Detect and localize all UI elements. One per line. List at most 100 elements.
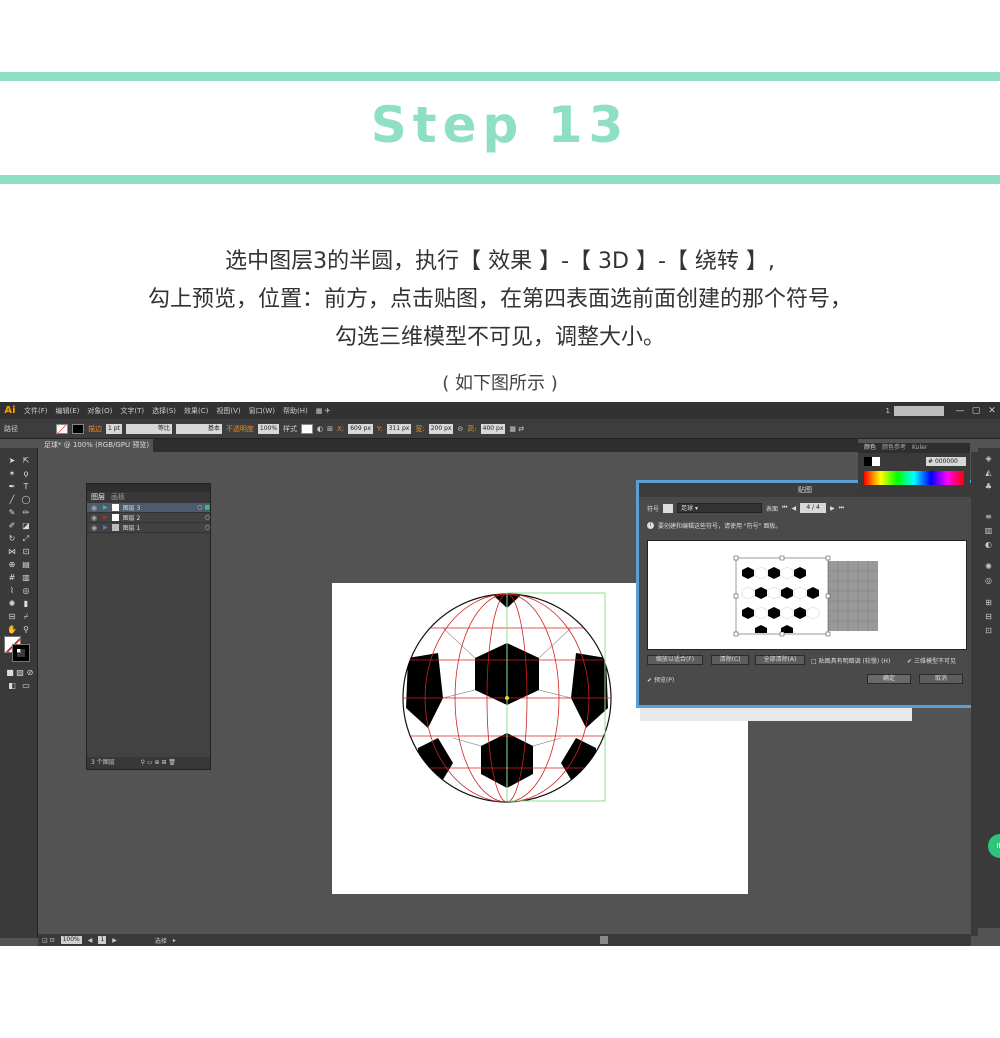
tab-color[interactable]: 颜色 <box>864 443 876 453</box>
last-surface-button[interactable]: ⏭ <box>839 504 844 512</box>
football-artwork[interactable] <box>398 588 618 808</box>
menu-help[interactable]: 帮助(H) <box>279 406 312 416</box>
eyedropper-tool-icon[interactable]: ⌇ <box>6 586 18 596</box>
layer-row[interactable]: ◉ ▶ 图层 1 ○ <box>87 523 210 533</box>
tab-artboards[interactable]: 画板 <box>111 492 125 503</box>
height-field[interactable]: 400 px <box>480 423 506 434</box>
x-field[interactable]: 609 px <box>348 423 373 434</box>
prev-artboard-button[interactable]: ◀ <box>88 937 93 944</box>
preview-checkbox[interactable]: ✔ 预览(P) <box>647 675 674 684</box>
expand-triangle-icon[interactable]: ▶ <box>103 524 108 531</box>
gradient-panel-icon[interactable]: ▥ <box>983 526 994 535</box>
direct-selection-tool-icon[interactable]: ⇱ <box>20 456 32 466</box>
next-artboard-button[interactable]: ▶ <box>112 937 117 944</box>
visibility-eye-icon[interactable]: ◉ <box>91 514 99 522</box>
zoom-field[interactable]: 100% <box>60 936 82 944</box>
search-input[interactable] <box>894 405 944 416</box>
maximize-button[interactable]: ▢ <box>968 405 984 417</box>
rotate-tool-icon[interactable]: ↻ <box>6 534 18 544</box>
menu-object[interactable]: 对象(O) <box>83 406 116 416</box>
clear-button[interactable]: 清除(C) <box>711 655 749 665</box>
check-icon[interactable]: ✔ <box>907 658 912 665</box>
menu-effect[interactable]: 效果(C) <box>180 406 212 416</box>
width-field[interactable]: 200 px <box>428 423 454 434</box>
visibility-eye-icon[interactable]: ◉ <box>91 504 99 512</box>
variable-width-profile[interactable]: 等比 <box>125 423 172 434</box>
visibility-eye-icon[interactable]: ◉ <box>91 524 99 532</box>
column-graph-tool-icon[interactable]: ▮ <box>20 599 32 609</box>
mesh-tool-icon[interactable]: # <box>6 573 18 583</box>
vertical-scrollbar[interactable] <box>971 452 978 936</box>
line-tool-icon[interactable]: ╱ <box>6 495 18 505</box>
appearance-icon[interactable]: ◈ <box>983 454 994 463</box>
type-tool-icon[interactable]: T <box>20 482 32 492</box>
minimize-button[interactable]: — <box>952 405 968 417</box>
expand-triangle-icon[interactable]: ▶ <box>103 504 108 511</box>
layer-row[interactable]: ◉ ▶ 图层 2 ○ <box>87 513 210 523</box>
stroke-panel-icon[interactable]: ≡ <box>983 512 994 521</box>
width-tool-icon[interactable]: ⋈ <box>6 547 18 557</box>
scale-tool-icon[interactable]: ⤢ <box>20 534 32 544</box>
layer-row[interactable]: ◉ ▶ 图层 3 ○ ■ <box>87 503 210 513</box>
blob-brush-tool-icon[interactable]: ✐ <box>6 521 18 531</box>
stroke-swatch[interactable] <box>72 423 84 434</box>
paintbrush-tool-icon[interactable]: ✎ <box>6 508 18 518</box>
symbol-sprayer-tool-icon[interactable]: ✺ <box>6 599 18 609</box>
tab-layers[interactable]: 图层 <box>91 492 105 503</box>
stroke-label[interactable]: 描边 <box>88 424 102 434</box>
free-transform-tool-icon[interactable]: ⊡ <box>20 547 32 557</box>
link-icon[interactable]: ⊝ <box>457 425 463 433</box>
selection-tool-icon[interactable]: ➤ <box>6 456 18 466</box>
layer-actions-icon[interactable]: ⚲ ▭ ⊕ ⊞ 🗑 <box>141 759 176 766</box>
menu-select[interactable]: 选择(S) <box>148 406 180 416</box>
menu-window[interactable]: 窗口(W) <box>245 406 279 416</box>
workspace-icon[interactable]: ▦ ✈ <box>312 407 335 415</box>
fill-swatch[interactable] <box>56 423 68 434</box>
symbols-icon[interactable]: ♣ <box>983 482 994 491</box>
prev-surface-button[interactable]: ◀ <box>791 505 796 512</box>
fill-stroke-widget[interactable] <box>4 636 30 662</box>
status-menu-icon[interactable]: ▸ <box>173 937 176 944</box>
graphic-styles-icon[interactable]: ◎ <box>983 576 994 585</box>
layer-name[interactable]: 图层 2 <box>123 513 201 522</box>
next-surface-button[interactable]: ▶ <box>830 505 835 512</box>
blend-tool-icon[interactable]: ◎ <box>20 586 32 596</box>
slice-tool-icon[interactable]: ⌿ <box>20 612 32 622</box>
menu-file[interactable]: 文件(F) <box>20 406 52 416</box>
page-field[interactable]: 1 <box>98 936 107 944</box>
screen-mode-icon[interactable]: ▭ <box>20 681 32 691</box>
layer-name[interactable]: 图层 3 <box>123 503 194 512</box>
pen-tool-icon[interactable]: ✒ <box>6 482 18 492</box>
reference-point-icon[interactable]: ⊞ <box>327 425 333 433</box>
check-icon[interactable]: ✔ <box>647 677 652 684</box>
clear-all-button[interactable]: 全部清除(A) <box>755 655 805 665</box>
symbol-select[interactable]: 足球 ▾ <box>677 503 763 513</box>
recolor-icon[interactable]: ◐ <box>317 425 323 433</box>
horizontal-scroll-thumb[interactable] <box>600 936 608 944</box>
color-spectrum[interactable] <box>864 471 964 485</box>
map-preview[interactable] <box>647 540 967 650</box>
scale-to-fit-button[interactable]: 缩放以适合(F) <box>647 655 703 665</box>
lasso-tool-icon[interactable]: ϙ <box>20 469 32 479</box>
draw-mode-icon[interactable]: ◧ <box>6 681 18 691</box>
shade-artwork-checkbox[interactable]: □ 贴图具有明暗调 (较慢) (H) <box>811 656 890 665</box>
layers-panel-header[interactable] <box>87 484 210 492</box>
target-icon[interactable]: ○ <box>205 514 210 521</box>
ellipse-tool-icon[interactable]: ◯ <box>20 495 32 505</box>
eraser-tool-icon[interactable]: ◪ <box>20 521 32 531</box>
artboard-tool-icon[interactable]: ⊟ <box>6 612 18 622</box>
tab-kuler[interactable]: Kuler <box>912 443 927 453</box>
hand-tool-icon[interactable]: ✋ <box>6 625 18 635</box>
none-mode-icon[interactable]: ⊘ <box>24 668 36 678</box>
brush-definition[interactable]: 基本 <box>175 423 222 434</box>
ok-button[interactable]: 确定 <box>867 674 911 684</box>
shade-artwork-box[interactable]: □ <box>811 658 817 665</box>
expand-triangle-icon[interactable]: ▶ <box>103 514 108 521</box>
close-button[interactable]: ✕ <box>984 405 1000 417</box>
tab-color-guide[interactable]: 颜色参考 <box>882 443 906 453</box>
y-field[interactable]: 311 px <box>386 423 412 434</box>
surface-field[interactable]: 4 / 4 <box>800 503 827 513</box>
stroke-swatch[interactable] <box>12 644 30 662</box>
color-swatch-pair[interactable] <box>864 457 880 466</box>
target-icon[interactable]: ○ ■ <box>197 504 210 511</box>
